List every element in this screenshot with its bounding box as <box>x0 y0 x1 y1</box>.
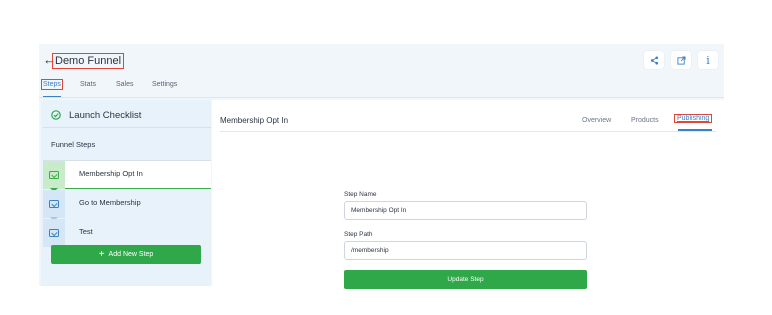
plus-icon: + <box>98 248 105 260</box>
divider <box>220 131 716 132</box>
header-divider <box>39 97 724 98</box>
steps-sidebar: Launch Checklist Funnel Steps Membership… <box>41 100 211 286</box>
info-icon: i <box>706 53 710 67</box>
share-button[interactable] <box>644 51 664 69</box>
add-new-step-label: Add New Step <box>108 251 154 258</box>
divider <box>43 127 211 128</box>
funnel-step-item[interactable]: Test <box>43 219 211 250</box>
tab-settings[interactable]: Settings <box>152 81 177 88</box>
external-link-icon <box>676 55 686 65</box>
tab-stats[interactable]: Stats <box>80 81 96 88</box>
step-path-input[interactable] <box>344 241 587 260</box>
step-label: Go to Membership <box>79 198 141 207</box>
funnel-steps-label: Funnel Steps <box>51 140 96 149</box>
mail-icon <box>49 200 59 208</box>
tab-steps[interactable]: Steps <box>41 79 63 90</box>
step-name-input[interactable] <box>344 201 587 220</box>
check-circle-icon <box>51 110 61 120</box>
funnel-step-item[interactable]: Go to Membership <box>43 190 211 221</box>
update-step-button[interactable]: Update Step <box>344 270 587 289</box>
share-icon <box>650 55 658 65</box>
step-detail-panel: Membership Opt In Overview Products Publ… <box>212 100 724 289</box>
step-title: Membership Opt In <box>220 116 289 125</box>
info-button[interactable]: i <box>698 51 718 69</box>
tab-sales[interactable]: Sales <box>116 81 134 88</box>
tab-products[interactable]: Products <box>631 117 659 124</box>
step-rail <box>43 219 65 250</box>
step-rail <box>43 190 65 221</box>
step-name-label: Step Name <box>344 191 377 198</box>
step-path-label: Step Path <box>344 231 373 238</box>
mail-icon <box>49 229 59 237</box>
add-new-step-button[interactable]: + Add New Step <box>51 245 201 264</box>
tab-publishing[interactable]: Publishing <box>674 114 713 123</box>
funnel-title: Demo Funnel <box>52 53 125 69</box>
tab-overview[interactable]: Overview <box>582 117 611 124</box>
open-external-button[interactable] <box>671 51 691 69</box>
step-label: Membership Opt In <box>79 169 143 178</box>
funnel-editor: ← Demo Funnel i Steps Stats Sales Settin… <box>39 44 724 289</box>
funnel-step-item[interactable]: Membership Opt In <box>43 161 211 192</box>
mail-icon <box>49 171 59 179</box>
launch-checklist-link[interactable]: Launch Checklist <box>69 110 141 121</box>
step-label: Test <box>79 227 93 236</box>
step-rail <box>43 161 65 192</box>
